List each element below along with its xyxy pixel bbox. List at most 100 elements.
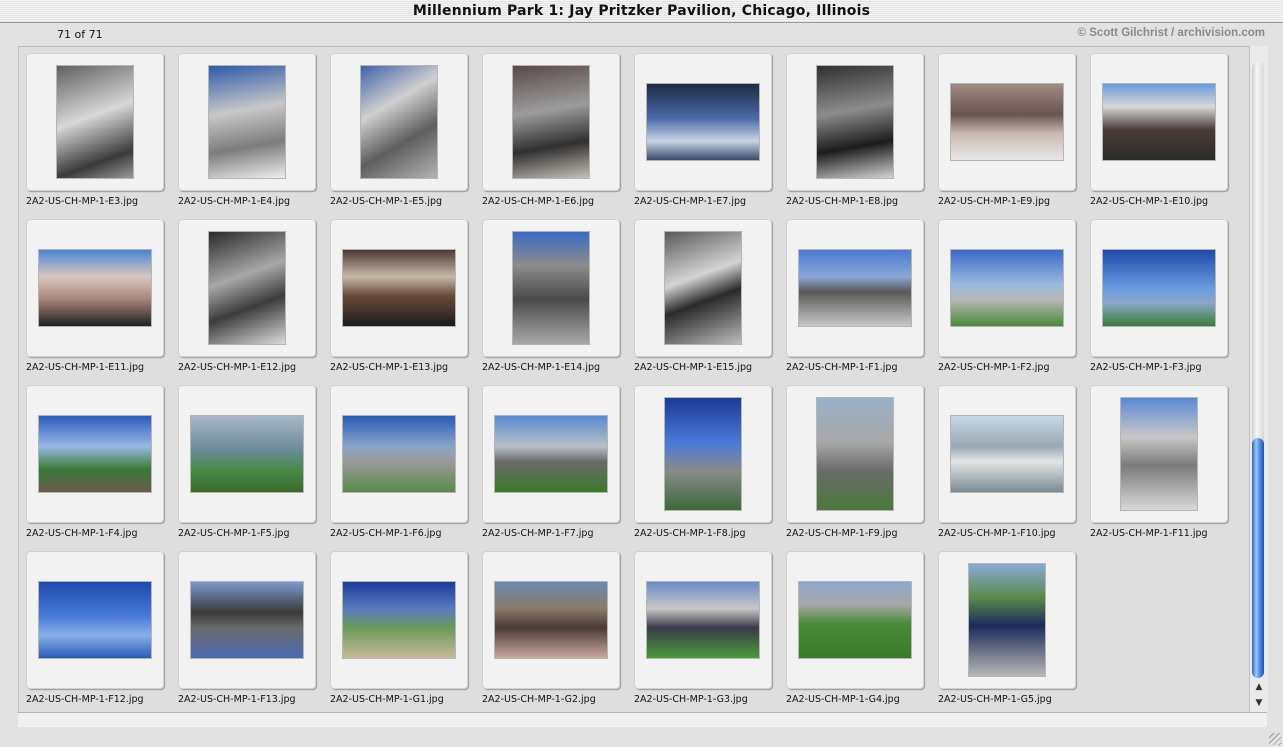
thumbnail-image[interactable] — [343, 250, 455, 326]
thumbnail-item[interactable]: 2A2-US-CH-MP-1-E3.jpg — [19, 47, 164, 213]
thumbnail-item[interactable]: 2A2-US-CH-MP-1-E14.jpg — [475, 213, 620, 379]
slide-mount[interactable] — [26, 551, 164, 689]
thumbnail-image[interactable] — [57, 66, 133, 178]
thumbnail-item[interactable]: 2A2-US-CH-MP-1-E13.jpg — [323, 213, 468, 379]
scroll-thumb[interactable] — [1252, 438, 1264, 678]
slide-mount[interactable] — [938, 385, 1076, 523]
thumbnail-image[interactable] — [343, 582, 455, 658]
thumbnail-image[interactable] — [799, 250, 911, 326]
thumbnail-image[interactable] — [361, 66, 437, 178]
thumbnail-item[interactable]: 2A2-US-CH-MP-1-G2.jpg — [475, 545, 620, 711]
slide-mount[interactable] — [482, 385, 620, 523]
slide-mount[interactable] — [634, 53, 772, 191]
slide-mount[interactable] — [634, 385, 772, 523]
slide-mount[interactable] — [1090, 53, 1228, 191]
slide-mount[interactable] — [178, 219, 316, 357]
thumbnail-item[interactable]: 2A2-US-CH-MP-1-G1.jpg — [323, 545, 468, 711]
thumbnail-image[interactable] — [1121, 398, 1197, 510]
slide-mount[interactable] — [482, 53, 620, 191]
thumbnail-item[interactable]: 2A2-US-CH-MP-1-G3.jpg — [627, 545, 772, 711]
slide-mount[interactable] — [26, 219, 164, 357]
thumbnail-image[interactable] — [513, 66, 589, 178]
thumbnail-item[interactable]: 2A2-US-CH-MP-1-G4.jpg — [779, 545, 924, 711]
thumbnail-item[interactable]: 2A2-US-CH-MP-1-F7.jpg — [475, 379, 620, 545]
thumbnail-item[interactable]: 2A2-US-CH-MP-1-E6.jpg — [475, 47, 620, 213]
slide-mount[interactable] — [634, 219, 772, 357]
slide-mount[interactable] — [178, 53, 316, 191]
thumbnail-image[interactable] — [209, 66, 285, 178]
thumbnail-item[interactable]: 2A2-US-CH-MP-1-E10.jpg — [1083, 47, 1228, 213]
slide-mount[interactable] — [178, 551, 316, 689]
slide-mount[interactable] — [26, 53, 164, 191]
thumbnail-item[interactable]: 2A2-US-CH-MP-1-F9.jpg — [779, 379, 924, 545]
thumbnail-image[interactable] — [799, 582, 911, 658]
horizontal-scrollbar[interactable] — [18, 712, 1267, 727]
slide-mount[interactable] — [482, 219, 620, 357]
thumbnail-item[interactable]: 2A2-US-CH-MP-1-F1.jpg — [779, 213, 924, 379]
slide-mount[interactable] — [938, 219, 1076, 357]
thumbnail-image[interactable] — [209, 232, 285, 344]
thumbnail-item[interactable]: 2A2-US-CH-MP-1-E7.jpg — [627, 47, 772, 213]
slide-mount[interactable] — [330, 385, 468, 523]
vertical-scrollbar[interactable]: ▲ ▼ — [1249, 46, 1268, 712]
thumbnail-image[interactable] — [665, 232, 741, 344]
thumbnail-item[interactable]: 2A2-US-CH-MP-1-E9.jpg — [931, 47, 1076, 213]
arrow-up-icon[interactable]: ▲ — [1252, 680, 1266, 694]
thumbnail-image[interactable] — [191, 582, 303, 658]
thumbnail-item[interactable]: 2A2-US-CH-MP-1-F6.jpg — [323, 379, 468, 545]
resize-grip-icon[interactable] — [1269, 733, 1281, 745]
slide-mount[interactable] — [786, 385, 924, 523]
slide-mount[interactable] — [786, 219, 924, 357]
slide-mount[interactable] — [330, 53, 468, 191]
thumbnail-item[interactable]: 2A2-US-CH-MP-1-E8.jpg — [779, 47, 924, 213]
slide-mount[interactable] — [330, 551, 468, 689]
thumbnail-image[interactable] — [191, 416, 303, 492]
thumbnail-image[interactable] — [817, 66, 893, 178]
thumbnail-image[interactable] — [39, 416, 151, 492]
thumbnail-image[interactable] — [343, 416, 455, 492]
thumbnail-image[interactable] — [647, 84, 759, 160]
thumbnail-image[interactable] — [951, 416, 1063, 492]
thumbnail-image[interactable] — [951, 84, 1063, 160]
thumbnail-image[interactable] — [969, 564, 1045, 676]
slide-mount[interactable] — [1090, 219, 1228, 357]
slide-mount[interactable] — [330, 219, 468, 357]
thumbnail-item[interactable]: 2A2-US-CH-MP-1-F11.jpg — [1083, 379, 1228, 545]
thumbnail-image[interactable] — [665, 398, 741, 510]
thumbnail-item[interactable]: 2A2-US-CH-MP-1-E4.jpg — [171, 47, 316, 213]
slide-mount[interactable] — [938, 53, 1076, 191]
thumbnail-item[interactable]: 2A2-US-CH-MP-1-F12.jpg — [19, 545, 164, 711]
thumbnail-item[interactable]: 2A2-US-CH-MP-1-E12.jpg — [171, 213, 316, 379]
thumbnail-item[interactable]: 2A2-US-CH-MP-1-F2.jpg — [931, 213, 1076, 379]
slide-mount[interactable] — [634, 551, 772, 689]
thumbnail-item[interactable]: 2A2-US-CH-MP-1-E15.jpg — [627, 213, 772, 379]
thumbnail-image[interactable] — [39, 582, 151, 658]
thumbnail-image[interactable] — [951, 250, 1063, 326]
thumbnail-item[interactable]: 2A2-US-CH-MP-1-F3.jpg — [1083, 213, 1228, 379]
title-bar[interactable]: Millennium Park 1: Jay Pritzker Pavilion… — [0, 0, 1283, 23]
thumbnail-image[interactable] — [817, 398, 893, 510]
thumbnail-image[interactable] — [39, 250, 151, 326]
thumbnail-item[interactable]: 2A2-US-CH-MP-1-F5.jpg — [171, 379, 316, 545]
thumbnail-item[interactable]: 2A2-US-CH-MP-1-E5.jpg — [323, 47, 468, 213]
slide-mount[interactable] — [178, 385, 316, 523]
thumbnail-item[interactable]: 2A2-US-CH-MP-1-F8.jpg — [627, 379, 772, 545]
slide-mount[interactable] — [786, 551, 924, 689]
thumbnail-item[interactable]: 2A2-US-CH-MP-1-F13.jpg — [171, 545, 316, 711]
slide-mount[interactable] — [938, 551, 1076, 689]
thumbnail-image[interactable] — [1103, 250, 1215, 326]
thumbnail-image[interactable] — [495, 582, 607, 658]
slide-mount[interactable] — [786, 53, 924, 191]
thumbnail-item[interactable]: 2A2-US-CH-MP-1-E11.jpg — [19, 213, 164, 379]
slide-mount[interactable] — [26, 385, 164, 523]
arrow-down-icon[interactable]: ▼ — [1252, 696, 1266, 710]
thumbnail-image[interactable] — [647, 582, 759, 658]
slide-mount[interactable] — [1090, 385, 1228, 523]
thumbnail-image[interactable] — [513, 232, 589, 344]
thumbnail-image[interactable] — [495, 416, 607, 492]
thumbnail-item[interactable]: 2A2-US-CH-MP-1-F10.jpg — [931, 379, 1076, 545]
thumbnail-item[interactable]: 2A2-US-CH-MP-1-F4.jpg — [19, 379, 164, 545]
thumbnail-image[interactable] — [1103, 84, 1215, 160]
slide-mount[interactable] — [482, 551, 620, 689]
thumbnail-item[interactable]: 2A2-US-CH-MP-1-G5.jpg — [931, 545, 1076, 711]
